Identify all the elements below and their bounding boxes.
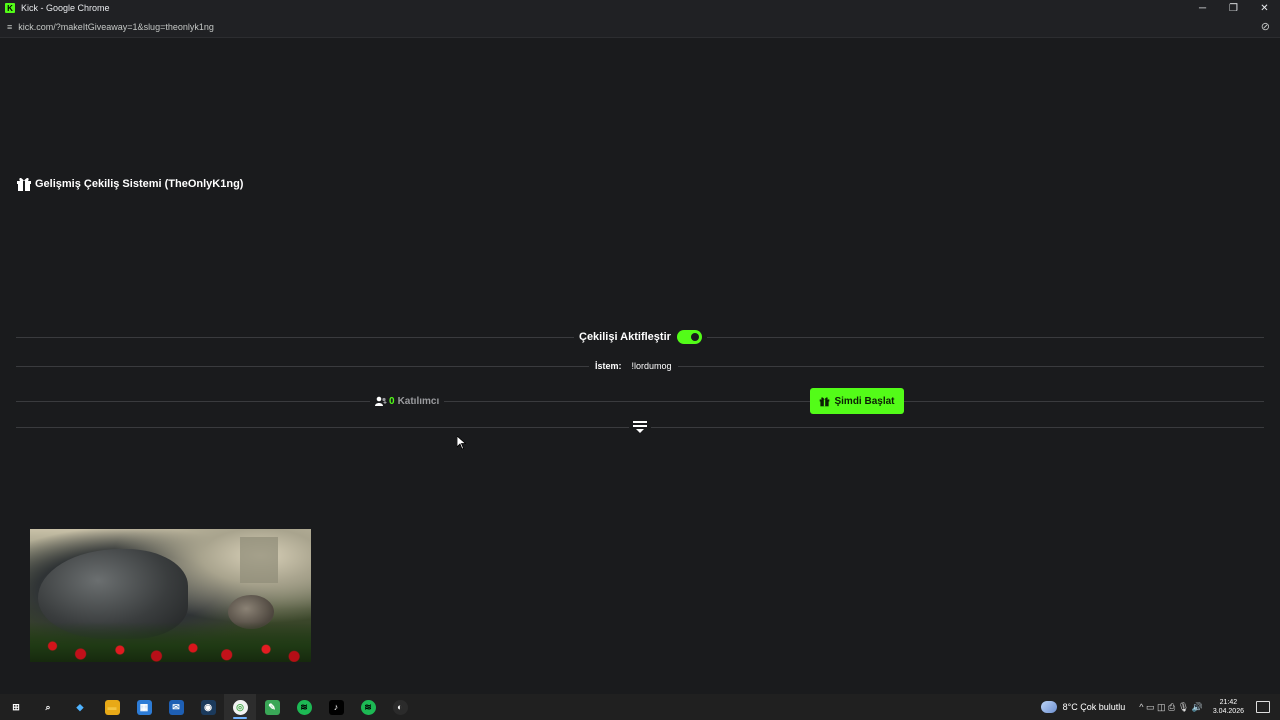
- start-icon: ⊞: [12, 701, 20, 712]
- gift-icon: [17, 177, 31, 191]
- taskbar-tiktok-button[interactable]: ♪: [320, 694, 352, 720]
- copilot-icon: ◆: [76, 701, 84, 712]
- address-bar[interactable]: ≡ kick.com/?makeItGiveaway=1&slug=theonl…: [0, 16, 1280, 38]
- tiktok-icon: ♪: [328, 699, 344, 715]
- tray-icons[interactable]: ^ ▭ ◫ ⎙ 🎙 🔊: [1139, 702, 1203, 713]
- kick-logo-icon: K: [5, 3, 15, 13]
- window-title: Kick - Google Chrome: [21, 3, 110, 13]
- clock[interactable]: 21:42 3.04.2026: [1213, 698, 1244, 716]
- minimize-button[interactable]: ─: [1187, 0, 1218, 16]
- cloud-icon: [1040, 701, 1057, 713]
- filter-icon: [633, 421, 647, 433]
- activate-giveaway-control: Çekilişi Aktifleştir: [574, 329, 707, 345]
- search-icon: ⌕: [45, 701, 51, 712]
- mail-icon: ✉: [168, 699, 184, 715]
- taskbar-apps: ⊞ ⌕ ◆ ▬ ▦ ✉ ◉ ◎ ✎ ≋ ♪ ≋ ◐: [0, 694, 416, 720]
- file-explorer-icon: ▬: [104, 699, 120, 715]
- taskbar-file-explorer-button[interactable]: ▬: [96, 694, 128, 720]
- command-label: İstem:: [595, 361, 622, 371]
- stream-thumbnail-image: [30, 529, 311, 662]
- taskbar-spotify-2-button[interactable]: ≋: [352, 694, 384, 720]
- spotify-2-icon: ≋: [360, 699, 376, 715]
- mouse-cursor-icon: [457, 436, 466, 450]
- window-controls: ─ ❐ ✕: [1187, 0, 1280, 16]
- system-tray: 8°C Çok bulutlu ^ ▭ ◫ ⎙ 🎙 🔊 21:42 3.04.2…: [1040, 694, 1280, 720]
- filter-button[interactable]: [629, 419, 651, 435]
- taskbar-notepad-button[interactable]: ✎: [256, 694, 288, 720]
- chrome-icon: ◎: [232, 699, 248, 715]
- notifications-icon[interactable]: [1256, 701, 1270, 713]
- participants-counter: 0 Katılımcı: [370, 393, 445, 409]
- start-now-button[interactable]: Şimdi Başlat: [810, 388, 904, 414]
- participants-count: 0: [389, 395, 395, 407]
- activate-giveaway-toggle[interactable]: [676, 330, 702, 344]
- page-title: Gelişmiş Çekiliş Sistemi (TheOnlyK1ng): [16, 176, 243, 192]
- taskbar-spotify-button[interactable]: ≋: [288, 694, 320, 720]
- users-icon: [375, 396, 387, 406]
- steam-icon: ◉: [200, 699, 216, 715]
- command-value[interactable]: !lordumog: [632, 361, 672, 371]
- site-settings-icon[interactable]: ≡: [7, 22, 12, 32]
- close-button[interactable]: ✕: [1249, 0, 1280, 16]
- restore-button[interactable]: ❐: [1218, 0, 1249, 16]
- notepad-icon: ✎: [264, 699, 280, 715]
- obs-icon: ◐: [392, 699, 408, 715]
- taskbar-copilot-button[interactable]: ◆: [64, 694, 96, 720]
- taskbar-mail-button[interactable]: ✉: [160, 694, 192, 720]
- taskbar-chrome-button[interactable]: ◎: [224, 694, 256, 720]
- taskbar-search-button[interactable]: ⌕: [32, 694, 64, 720]
- clock-date: 3.04.2026: [1212, 708, 1244, 715]
- tracking-protection-icon[interactable]: ⊘: [1261, 20, 1270, 33]
- activate-giveaway-label: Çekilişi Aktifleştir: [579, 331, 671, 343]
- weather-text: 8°C Çok bulutlu: [1062, 702, 1126, 712]
- flowers-shape: [30, 622, 311, 662]
- window-titlebar: K Kick - Google Chrome ─ ❐ ✕: [0, 0, 1280, 16]
- castle-shape: [240, 537, 278, 583]
- gift-icon: [820, 396, 830, 406]
- taskbar-start-button[interactable]: ⊞: [0, 694, 32, 720]
- weather-widget[interactable]: 8°C Çok bulutlu: [1040, 701, 1126, 713]
- start-now-label: Şimdi Başlat: [834, 395, 895, 407]
- participants-label: Katılımcı: [397, 395, 440, 407]
- divider: [16, 401, 1264, 402]
- url-text[interactable]: kick.com/?makeItGiveaway=1&slug=theonlyk…: [18, 22, 214, 32]
- ms-store-icon: ▦: [136, 699, 152, 715]
- clock-time: 21:42: [1219, 699, 1238, 706]
- taskbar-steam-button[interactable]: ◉: [192, 694, 224, 720]
- taskbar-obs-button[interactable]: ◐: [384, 694, 416, 720]
- command-row: İstem: !lordumog: [589, 358, 678, 374]
- page-title-text: Gelişmiş Çekiliş Sistemi (TheOnlyK1ng): [35, 178, 244, 190]
- taskbar-ms-store-button[interactable]: ▦: [128, 694, 160, 720]
- windows-taskbar: ⊞ ⌕ ◆ ▬ ▦ ✉ ◉ ◎ ✎ ≋ ♪ ≋ ◐ 8°C Çok bulutlu ^ ▭ ◫ ⎙ 🎙 …: [0, 694, 1280, 720]
- spotify-icon: ≋: [296, 699, 312, 715]
